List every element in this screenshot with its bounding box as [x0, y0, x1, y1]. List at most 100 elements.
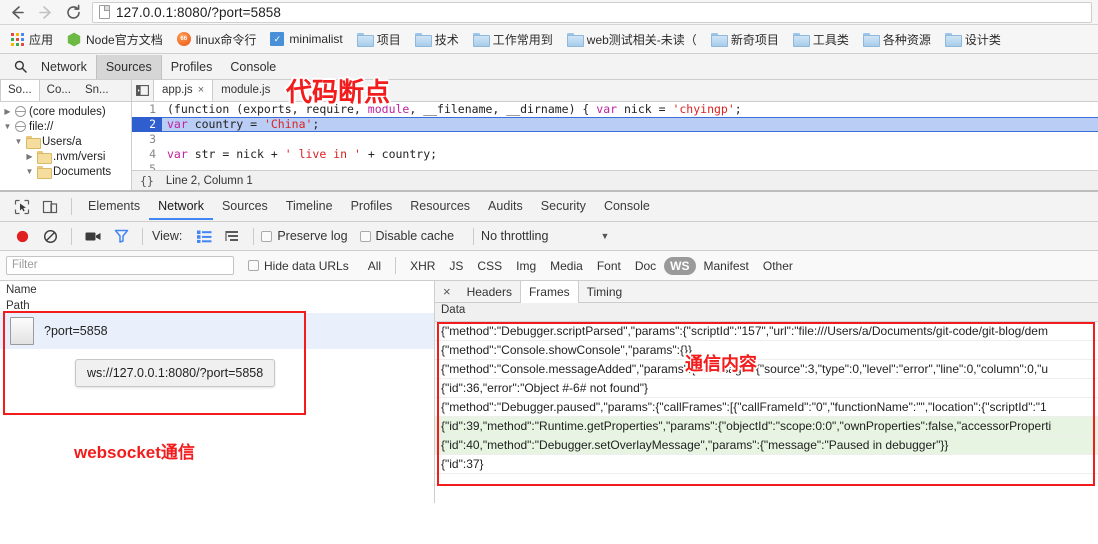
disable-cache-checkbox[interactable]: Disable cache — [359, 229, 454, 243]
code-line[interactable]: 1 (function (exports, require, module, __… — [132, 102, 1098, 117]
close-icon[interactable]: × — [441, 284, 459, 299]
bookmark-item[interactable]: 工作常用到 — [466, 29, 560, 50]
forward-arrow-icon[interactable] — [34, 1, 56, 23]
filter-type-all[interactable]: All — [362, 257, 387, 275]
tree-node[interactable]: ▶ .nvm/versi — [0, 149, 131, 164]
code-line[interactable]: 4 var str = nick + ' live in ' + country; — [132, 147, 1098, 162]
tree-twisty-icon[interactable]: ▼ — [25, 167, 34, 176]
bookmark-item[interactable]: 各种资源 — [856, 29, 938, 50]
device-toolbar-icon[interactable] — [36, 193, 64, 221]
navigator-tab[interactable]: Co... — [40, 80, 78, 101]
filter-type-css[interactable]: CSS — [471, 257, 508, 275]
record-red-circle-icon[interactable] — [8, 222, 36, 250]
line-number[interactable]: 1 — [132, 102, 162, 117]
list-view-icon[interactable] — [190, 222, 218, 250]
tab-sources[interactable]: Sources — [213, 193, 277, 220]
hide-data-urls-checkbox[interactable]: Hide data URLs — [248, 259, 349, 273]
toolbar-divider — [473, 227, 475, 245]
tab-console[interactable]: Console — [595, 193, 659, 220]
filter-type-ws[interactable]: WS — [664, 256, 696, 275]
tab-profiles[interactable]: Profiles — [162, 55, 222, 79]
tab-profiles[interactable]: Profiles — [342, 193, 402, 220]
tab-elements[interactable]: Elements — [79, 193, 149, 220]
bookmark-item[interactable]: 设计类 — [938, 29, 1008, 50]
throttling-select[interactable]: No throttling ▼ — [481, 229, 609, 243]
back-arrow-icon[interactable] — [6, 1, 28, 23]
code-line[interactable]: 5 — [132, 162, 1098, 170]
detail-tab-headers[interactable]: Headers — [459, 281, 520, 303]
frame-row[interactable]: {"id":36,"error":"Object #-6# not found"… — [435, 379, 1098, 398]
file-tab[interactable]: module.js — [213, 80, 278, 101]
tab-console[interactable]: Console — [221, 55, 285, 79]
tab-timeline[interactable]: Timeline — [277, 193, 342, 220]
detail-tab-timing[interactable]: Timing — [579, 281, 631, 303]
bookmark-item[interactable]: 工具类 — [786, 29, 856, 50]
line-number[interactable]: 2 — [132, 117, 162, 132]
tree-node[interactable]: ▼ Users/a — [0, 134, 131, 149]
frames-list[interactable]: {"method":"Debugger.scriptParsed","param… — [435, 322, 1098, 503]
detail-tab-frames[interactable]: Frames — [519, 280, 579, 303]
code-line[interactable]: 2 var country = 'China'; — [132, 117, 1098, 132]
folder-icon — [414, 33, 432, 47]
filter-type-other[interactable]: Other — [757, 257, 799, 275]
tab-security[interactable]: Security — [532, 193, 595, 220]
bookmark-item[interactable]: 新奇项目 — [704, 29, 786, 50]
navigator-tab[interactable]: Sn... — [78, 80, 116, 101]
clear-no-entry-icon[interactable] — [36, 222, 64, 250]
camera-icon[interactable] — [79, 222, 107, 250]
funnel-filter-icon[interactable] — [107, 222, 135, 250]
filter-type-xhr[interactable]: XHR — [404, 257, 441, 275]
frame-row[interactable]: {"method":"Debugger.scriptParsed","param… — [435, 322, 1098, 341]
close-icon[interactable]: × — [198, 83, 204, 98]
frame-row[interactable]: {"id":37} — [435, 455, 1098, 474]
toolbar-divider — [71, 198, 72, 215]
filter-type-js[interactable]: JS — [443, 257, 469, 275]
pretty-print-icon[interactable]: {} — [140, 174, 154, 188]
inspect-element-icon[interactable] — [8, 193, 36, 221]
tree-twisty-icon[interactable]: ▼ — [14, 137, 23, 146]
bookmark-item[interactable]: Node官方文档 — [60, 29, 170, 50]
bookmark-item[interactable]: 66 linux命令行 — [170, 29, 264, 50]
tree-twisty-icon[interactable]: ▶ — [3, 107, 12, 116]
frame-row[interactable]: {"id":39,"method":"Runtime.getProperties… — [435, 417, 1098, 436]
filter-type-img[interactable]: Img — [510, 257, 542, 275]
line-number[interactable]: 4 — [132, 147, 162, 162]
filter-type-media[interactable]: Media — [544, 257, 589, 275]
tree-node[interactable]: ▼ Documents — [0, 164, 131, 179]
tab-network[interactable]: Network — [149, 193, 213, 220]
preserve-log-checkbox[interactable]: Preserve log — [261, 229, 348, 243]
tab-sources[interactable]: Sources — [95, 54, 162, 79]
tree-twisty-icon[interactable]: ▶ — [25, 152, 34, 161]
table-row[interactable]: ?port=5858 — [0, 313, 434, 349]
tree-node[interactable]: ▶ (core modules) — [0, 104, 131, 119]
bookmark-item[interactable]: web测试相关-未读（ — [560, 29, 704, 50]
waterfall-view-icon[interactable] — [218, 222, 246, 250]
code-line[interactable]: 3 — [132, 132, 1098, 147]
file-tab[interactable]: app.js × — [154, 80, 214, 101]
tab-network[interactable]: Network — [32, 55, 96, 79]
frame-row[interactable]: {"method":"Debugger.paused","params":{"c… — [435, 398, 1098, 417]
frame-row[interactable]: {"method":"Console.showConsole","params"… — [435, 341, 1098, 360]
tree-twisty-icon[interactable]: ▼ — [3, 122, 12, 131]
filter-type-doc[interactable]: Doc — [629, 257, 662, 275]
line-number[interactable]: 3 — [132, 132, 162, 147]
search-icon[interactable] — [8, 60, 32, 73]
code-editor[interactable]: 1 (function (exports, require, module, __… — [132, 102, 1098, 170]
bookmark-item[interactable]: 项目 — [350, 29, 408, 50]
bookmark-item[interactable]: 技术 — [408, 29, 466, 50]
bookmark-item[interactable]: ✓ minimalist — [263, 30, 349, 48]
panel-collapse-icon[interactable] — [132, 80, 154, 101]
tree-node[interactable]: ▼ file:// — [0, 119, 131, 134]
line-number[interactable]: 5 — [132, 162, 162, 170]
filter-input[interactable]: Filter — [6, 256, 234, 275]
tab-resources[interactable]: Resources — [401, 193, 479, 220]
bookmark-item[interactable]: 应用 — [4, 29, 60, 50]
filter-type-manifest[interactable]: Manifest — [698, 257, 755, 275]
tab-audits[interactable]: Audits — [479, 193, 532, 220]
frame-row[interactable]: {"id":40,"method":"Debugger.setOverlayMe… — [435, 436, 1098, 455]
filter-type-font[interactable]: Font — [591, 257, 627, 275]
navigator-tab[interactable]: So... — [0, 80, 40, 101]
reload-icon[interactable] — [62, 1, 84, 23]
address-bar[interactable]: 127.0.0.1:8080/?port=5858 — [92, 1, 1092, 23]
frame-row[interactable]: {"method":"Console.messageAdded","params… — [435, 360, 1098, 379]
